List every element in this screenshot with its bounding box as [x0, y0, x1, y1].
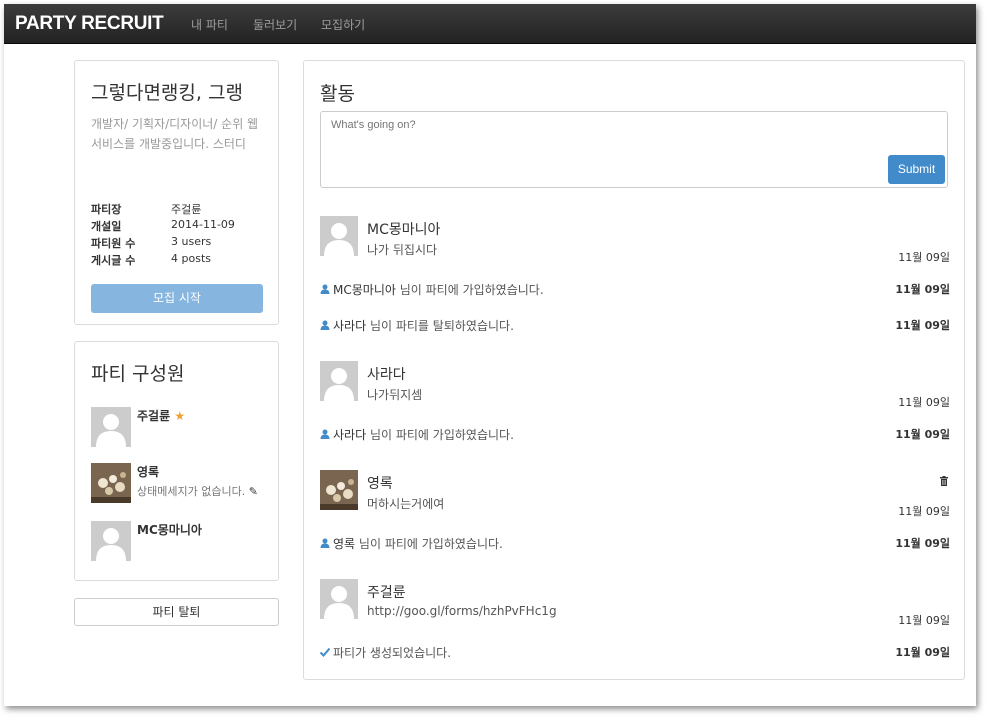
feed-event: 파티가 생성되었습니다. 11월 09일: [319, 644, 950, 662]
info-row-created: 개설일 2014-11-09: [91, 218, 266, 235]
info-value: 3 users: [171, 235, 212, 248]
post-input[interactable]: [331, 119, 871, 131]
feed-post: 주걸륜 http://goo.gl/forms/hzhPvFHc1g 11월 0…: [320, 579, 950, 629]
member-item[interactable]: 주걸륜 ★: [91, 407, 271, 451]
info-label: 파티원 수: [91, 237, 136, 250]
event-date: 11월 09일: [895, 428, 950, 441]
event-text: 사라다 님이 파티에 가입하였습니다.: [333, 428, 514, 442]
post-author[interactable]: 영록: [367, 473, 393, 493]
default-avatar-icon: [91, 521, 131, 561]
default-avatar-icon: [320, 579, 358, 619]
party-description: 개발자/ 기획자/디자이너/ 순위 웹 서비스를 개발중입니다. 스터디: [91, 117, 259, 151]
feed-post: 영록 머하시는거에여 11월 09일: [320, 470, 950, 520]
feed-post: 사라다 나가뒤지셈 11월 09일: [320, 361, 950, 411]
event-text: 영록 님이 파티에 가입하였습니다.: [333, 537, 503, 551]
user-icon: [320, 283, 330, 297]
check-icon: [319, 646, 331, 660]
info-label: 파티장: [91, 203, 122, 216]
default-avatar-icon: [320, 361, 358, 401]
post-date: 11월 09일: [898, 396, 950, 409]
member-status: 상태메세지가 없습니다. ✎: [137, 485, 258, 498]
info-label: 게시글 수: [91, 254, 136, 267]
member-item[interactable]: MC몽마니아: [91, 521, 271, 565]
info-row-members: 파티원 수 3 users: [91, 235, 266, 252]
post-content: 머하시는거에여: [367, 497, 445, 511]
party-title: 그렇다면랭킹, 그랭: [91, 82, 243, 104]
member-photo-avatar: [320, 470, 358, 510]
member-item[interactable]: 영록 상태메세지가 없습니다. ✎: [91, 463, 271, 507]
user-icon: [320, 319, 330, 333]
event-date: 11월 09일: [895, 646, 950, 659]
event-date: 11월 09일: [895, 537, 950, 550]
post-composer: Submit: [320, 111, 948, 188]
post-content[interactable]: http://goo.gl/forms/hzhPvFHc1g: [367, 604, 557, 618]
info-value: 주걸륜: [171, 203, 202, 216]
default-avatar-icon: [91, 407, 131, 447]
event-date: 11월 09일: [895, 319, 950, 332]
pencil-icon[interactable]: ✎: [249, 485, 258, 498]
post-content: 나가 뒤집시다: [367, 243, 438, 257]
leader-star-icon: ★: [174, 409, 186, 423]
event-text: 파티가 생성되었습니다.: [333, 646, 452, 660]
nav-my-party[interactable]: 내 파티: [191, 16, 228, 33]
nav-browse[interactable]: 둘러보기: [253, 16, 297, 33]
member-name[interactable]: 영록: [137, 463, 159, 480]
default-avatar-icon: [320, 216, 358, 256]
trash-icon[interactable]: [940, 475, 948, 486]
info-value: 2014-11-09: [171, 218, 235, 231]
info-row-leader: 파티장 주걸륜: [91, 201, 266, 218]
post-date: 11월 09일: [898, 505, 950, 518]
user-icon: [320, 537, 330, 551]
feed-event: 영록 님이 파티에 가입하였습니다. 11월 09일: [320, 535, 950, 553]
party-info-panel: 그렇다면랭킹, 그랭 개발자/ 기획자/디자이너/ 순위 웹 서비스를 개발중입…: [74, 60, 279, 325]
post-content: 나가뒤지셈: [367, 388, 423, 402]
event-date: 11월 09일: [895, 283, 950, 296]
user-icon: [320, 428, 330, 442]
event-text: 사라다 님이 파티를 탈퇴하였습니다.: [333, 319, 514, 333]
post-author[interactable]: MC몽마니아: [367, 219, 440, 239]
info-value: 4 posts: [171, 252, 211, 265]
members-panel: 파티 구성원 주걸륜 ★ 영록 상태메세지가 없습니다. ✎ MC몽마니아: [74, 341, 279, 581]
post-author[interactable]: 사라다: [367, 364, 406, 384]
recruit-start-button[interactable]: 모집 시작: [91, 284, 263, 313]
feed-event: 사라다 님이 파티에 가입하였습니다. 11월 09일: [320, 426, 950, 444]
feed-event: MC몽마니아 님이 파티에 가입하였습니다. 11월 09일: [320, 281, 950, 299]
event-text: MC몽마니아 님이 파티에 가입하였습니다.: [333, 283, 544, 297]
app-window: PARTY RECRUIT 내 파티 둘러보기 모집하기 그렇다면랭킹, 그랭 …: [4, 4, 976, 706]
feed-event: 사라다 님이 파티를 탈퇴하였습니다. 11월 09일: [320, 317, 950, 335]
navbar: PARTY RECRUIT 내 파티 둘러보기 모집하기: [4, 4, 976, 44]
post-date: 11월 09일: [898, 251, 950, 264]
member-photo-avatar: [91, 463, 131, 503]
feed-post: MC몽마니아 나가 뒤집시다 11월 09일: [320, 216, 950, 266]
brand-logo[interactable]: PARTY RECRUIT: [15, 13, 164, 35]
submit-button[interactable]: Submit: [888, 155, 945, 184]
post-date: 11월 09일: [898, 614, 950, 627]
info-label: 개설일: [91, 220, 122, 233]
info-row-posts: 게시글 수 4 posts: [91, 252, 266, 269]
post-author[interactable]: 주걸륜: [367, 582, 406, 602]
nav-recruit[interactable]: 모집하기: [321, 16, 365, 33]
member-name[interactable]: 주걸륜 ★: [137, 407, 185, 424]
activity-panel: 활동 Submit MC몽마니아 나가 뒤집시다 11월 09일 MC몽마니아 …: [303, 60, 965, 680]
leave-party-button[interactable]: 파티 탈퇴: [74, 598, 279, 626]
member-name[interactable]: MC몽마니아: [137, 521, 202, 538]
activity-title: 활동: [320, 83, 355, 105]
members-title: 파티 구성원: [91, 363, 185, 385]
